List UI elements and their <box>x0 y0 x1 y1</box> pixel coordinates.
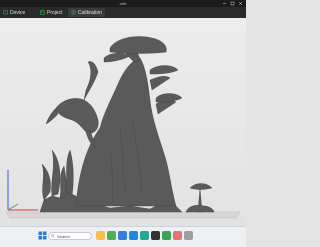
tab-calibration[interactable]: Calibration <box>68 8 105 17</box>
window-title: cbfr <box>119 1 127 6</box>
tab-label: Calibration <box>78 9 102 16</box>
tab-project[interactable]: Project <box>40 8 63 17</box>
y-axis-icon <box>7 203 19 211</box>
device-icon <box>3 10 8 15</box>
tab-bar <box>0 7 246 18</box>
photos-icon[interactable] <box>173 231 182 240</box>
store-icon[interactable] <box>118 231 127 240</box>
search-placeholder: Search <box>57 233 70 239</box>
calibration-icon <box>71 10 76 15</box>
file-explorer-icon[interactable] <box>96 231 105 240</box>
tab-label: Project <box>47 9 63 16</box>
tab-device[interactable]: Device <box>3 8 25 17</box>
maximize-icon[interactable] <box>230 1 235 6</box>
search-icon <box>51 234 55 238</box>
terminal-icon[interactable] <box>151 231 160 240</box>
mail-icon[interactable] <box>129 231 138 240</box>
close-icon[interactable] <box>238 1 243 6</box>
tab-label: Device <box>10 9 26 16</box>
taskbar-search[interactable]: Search <box>48 232 92 240</box>
start-icon[interactable] <box>38 231 47 240</box>
3d-viewport[interactable] <box>0 18 246 226</box>
axis-gizmo <box>7 170 38 211</box>
project-icon <box>40 10 45 15</box>
slicer-icon[interactable] <box>162 231 171 240</box>
minimize-icon[interactable] <box>222 1 227 6</box>
browser-icon[interactable] <box>107 231 116 240</box>
edge-icon[interactable] <box>140 231 149 240</box>
settings-icon[interactable] <box>184 231 193 240</box>
